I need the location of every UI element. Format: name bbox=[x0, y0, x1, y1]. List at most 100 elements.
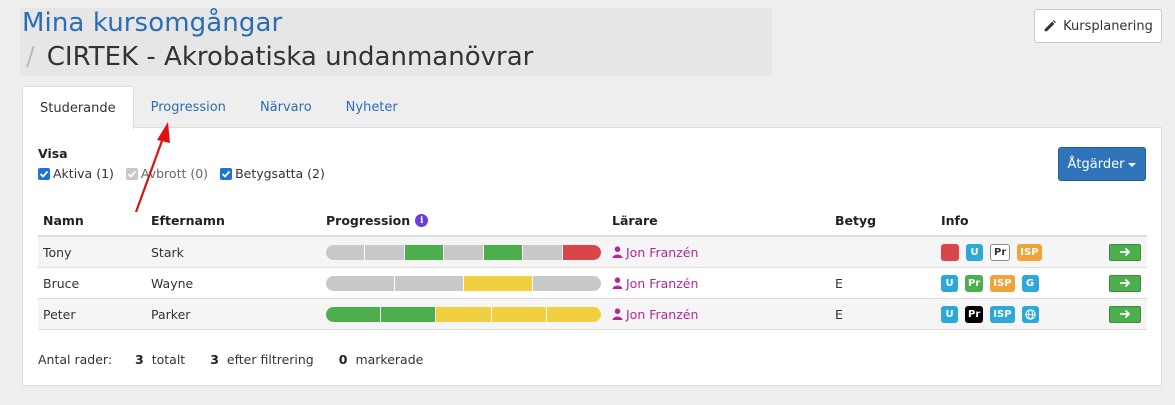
progression-cell bbox=[326, 268, 601, 298]
tab-nyheter[interactable]: Nyheter bbox=[329, 86, 415, 128]
filter-title: Visa bbox=[38, 146, 68, 161]
progress-segment-red bbox=[562, 244, 601, 260]
info-badge[interactable]: U bbox=[966, 243, 983, 261]
info-badges: U Pr ISP bbox=[941, 237, 1042, 267]
progress-segment-yellow bbox=[464, 275, 532, 291]
globe-icon[interactable] bbox=[1021, 305, 1039, 323]
column-header-efternamn[interactable]: Efternamn bbox=[151, 206, 225, 235]
progress-segment-green bbox=[483, 244, 523, 260]
teacher-cell: Jon Franzén bbox=[612, 299, 698, 329]
progress-segment-green bbox=[404, 244, 444, 260]
progression-cell bbox=[326, 299, 601, 329]
info-badge[interactable]: Pr bbox=[965, 274, 984, 292]
info-icon[interactable]: i bbox=[415, 214, 429, 227]
teacher-link[interactable]: Jon Franzén bbox=[612, 245, 698, 260]
teacher-link[interactable]: Jon Franzén bbox=[612, 276, 698, 291]
tab-narvaro[interactable]: Närvaro bbox=[243, 86, 329, 128]
column-header-progression-label: Progression bbox=[326, 213, 411, 228]
course-title: / CIRTEK - Akrobatiska undanmanövrar bbox=[26, 42, 533, 72]
course-planning-label: Kursplanering bbox=[1063, 18, 1153, 34]
progression-cell bbox=[326, 237, 601, 267]
progress-segment-yellow bbox=[436, 306, 491, 322]
info-badge[interactable]: Pr bbox=[965, 305, 984, 323]
checkbox-aktiva[interactable] bbox=[38, 167, 50, 180]
table-body: Tony Stark Jon Franzén U Pr ISP Bruce Wayne Jon … bbox=[38, 237, 1147, 330]
table-footer: Antal rader: 3 totalt 3 efter filtrering… bbox=[38, 352, 423, 367]
column-header-namn[interactable]: Namn bbox=[43, 206, 84, 235]
teacher-name: Jon Franzén bbox=[626, 306, 699, 322]
column-header-progression[interactable]: Progression i bbox=[326, 206, 429, 235]
table-row[interactable]: Peter Parker Jon Franzén E U Pr ISP bbox=[38, 299, 1147, 330]
arrow-right-icon bbox=[1120, 309, 1131, 319]
grade: E bbox=[835, 275, 843, 291]
open-student-button[interactable] bbox=[1109, 274, 1141, 292]
first-name: Peter bbox=[43, 306, 76, 322]
table-row[interactable]: Tony Stark Jon Franzén U Pr ISP bbox=[38, 237, 1147, 268]
tab-studerande[interactable]: Studerande bbox=[22, 86, 134, 129]
last-name: Wayne bbox=[151, 275, 194, 291]
filter-avbrott-label: Avbrott (0) bbox=[140, 166, 209, 181]
teacher-name: Jon Franzén bbox=[626, 275, 699, 291]
user-icon bbox=[612, 246, 623, 258]
filter-aktiva[interactable]: Aktiva (1) bbox=[38, 166, 114, 181]
first-name: Tony bbox=[43, 244, 72, 260]
column-header-info: Info bbox=[941, 213, 969, 228]
caret-down-icon bbox=[1128, 163, 1137, 167]
info-badge[interactable]: U bbox=[941, 305, 958, 323]
marked-label: markerade bbox=[355, 352, 424, 367]
filtered-label: efter filtrering bbox=[226, 352, 314, 367]
progress-segment-yellow bbox=[546, 306, 601, 322]
column-header-larare[interactable]: Lärare bbox=[612, 206, 658, 235]
progress-segment-green bbox=[326, 306, 381, 322]
info-badge[interactable]: ISP bbox=[1017, 243, 1042, 261]
row-action-cell bbox=[1109, 299, 1141, 329]
progress-segment-gray bbox=[365, 244, 404, 260]
info-badge[interactable]: G bbox=[1021, 274, 1039, 292]
info-badge[interactable]: ISP bbox=[990, 305, 1015, 323]
last-name: Parker bbox=[151, 306, 191, 322]
grade: E bbox=[835, 306, 843, 322]
open-student-button[interactable] bbox=[1109, 305, 1141, 323]
info-badge[interactable]: Pr bbox=[990, 243, 1011, 261]
info-badges: U Pr ISP bbox=[941, 299, 1039, 329]
pencil-icon bbox=[1044, 20, 1057, 32]
first-name: Bruce bbox=[43, 275, 80, 291]
progress-segment-gray bbox=[395, 275, 463, 291]
user-icon bbox=[612, 308, 623, 320]
progress-bar[interactable] bbox=[326, 244, 601, 260]
row-count-label: Antal rader: bbox=[38, 352, 113, 367]
actions-dropdown-button[interactable]: Åtgärder bbox=[1058, 147, 1146, 181]
teacher-cell: Jon Franzén bbox=[612, 268, 698, 298]
teacher-link[interactable]: Jon Franzén bbox=[612, 307, 698, 322]
filter-betygsatta[interactable]: Betygsatta (2) bbox=[220, 166, 325, 181]
open-student-button[interactable] bbox=[1109, 243, 1141, 261]
teacher-cell: Jon Franzén bbox=[612, 237, 698, 267]
marked-count: 0 bbox=[338, 352, 348, 367]
progress-segment-gray bbox=[523, 244, 562, 260]
arrow-right-icon bbox=[1120, 247, 1131, 257]
info-badge[interactable]: U bbox=[941, 274, 958, 292]
tab-progression[interactable]: Progression bbox=[134, 86, 243, 128]
progress-bar[interactable] bbox=[326, 275, 601, 291]
filter-avbrott: Avbrott (0) bbox=[125, 166, 209, 181]
user-icon bbox=[612, 277, 623, 289]
progress-bar[interactable] bbox=[326, 306, 601, 322]
course-planning-button[interactable]: Kursplanering bbox=[1034, 9, 1162, 43]
progress-segment-gray bbox=[444, 244, 483, 260]
last-name: Stark bbox=[151, 244, 184, 260]
actions-label: Åtgärder bbox=[1067, 156, 1125, 172]
alert-badge[interactable] bbox=[941, 243, 959, 261]
info-badge[interactable]: ISP bbox=[990, 274, 1015, 292]
table-row[interactable]: Bruce Wayne Jon Franzén E U Pr ISP G bbox=[38, 268, 1147, 299]
progress-segment-gray bbox=[533, 275, 601, 291]
filtered-count: 3 bbox=[210, 352, 219, 367]
breadcrumb-separator: / bbox=[26, 42, 35, 72]
column-header-betyg[interactable]: Betyg bbox=[835, 206, 876, 235]
filter-aktiva-label: Aktiva (1) bbox=[53, 166, 114, 181]
row-action-cell bbox=[1109, 268, 1141, 298]
checkbox-betygsatta[interactable] bbox=[220, 167, 233, 180]
progress-segment-green bbox=[381, 306, 436, 322]
page-title[interactable]: Mina kursomgångar bbox=[22, 8, 282, 38]
filter-group: Aktiva (1) Avbrott (0) Betygsatta (2) bbox=[38, 166, 325, 181]
progress-segment-gray bbox=[326, 244, 365, 260]
